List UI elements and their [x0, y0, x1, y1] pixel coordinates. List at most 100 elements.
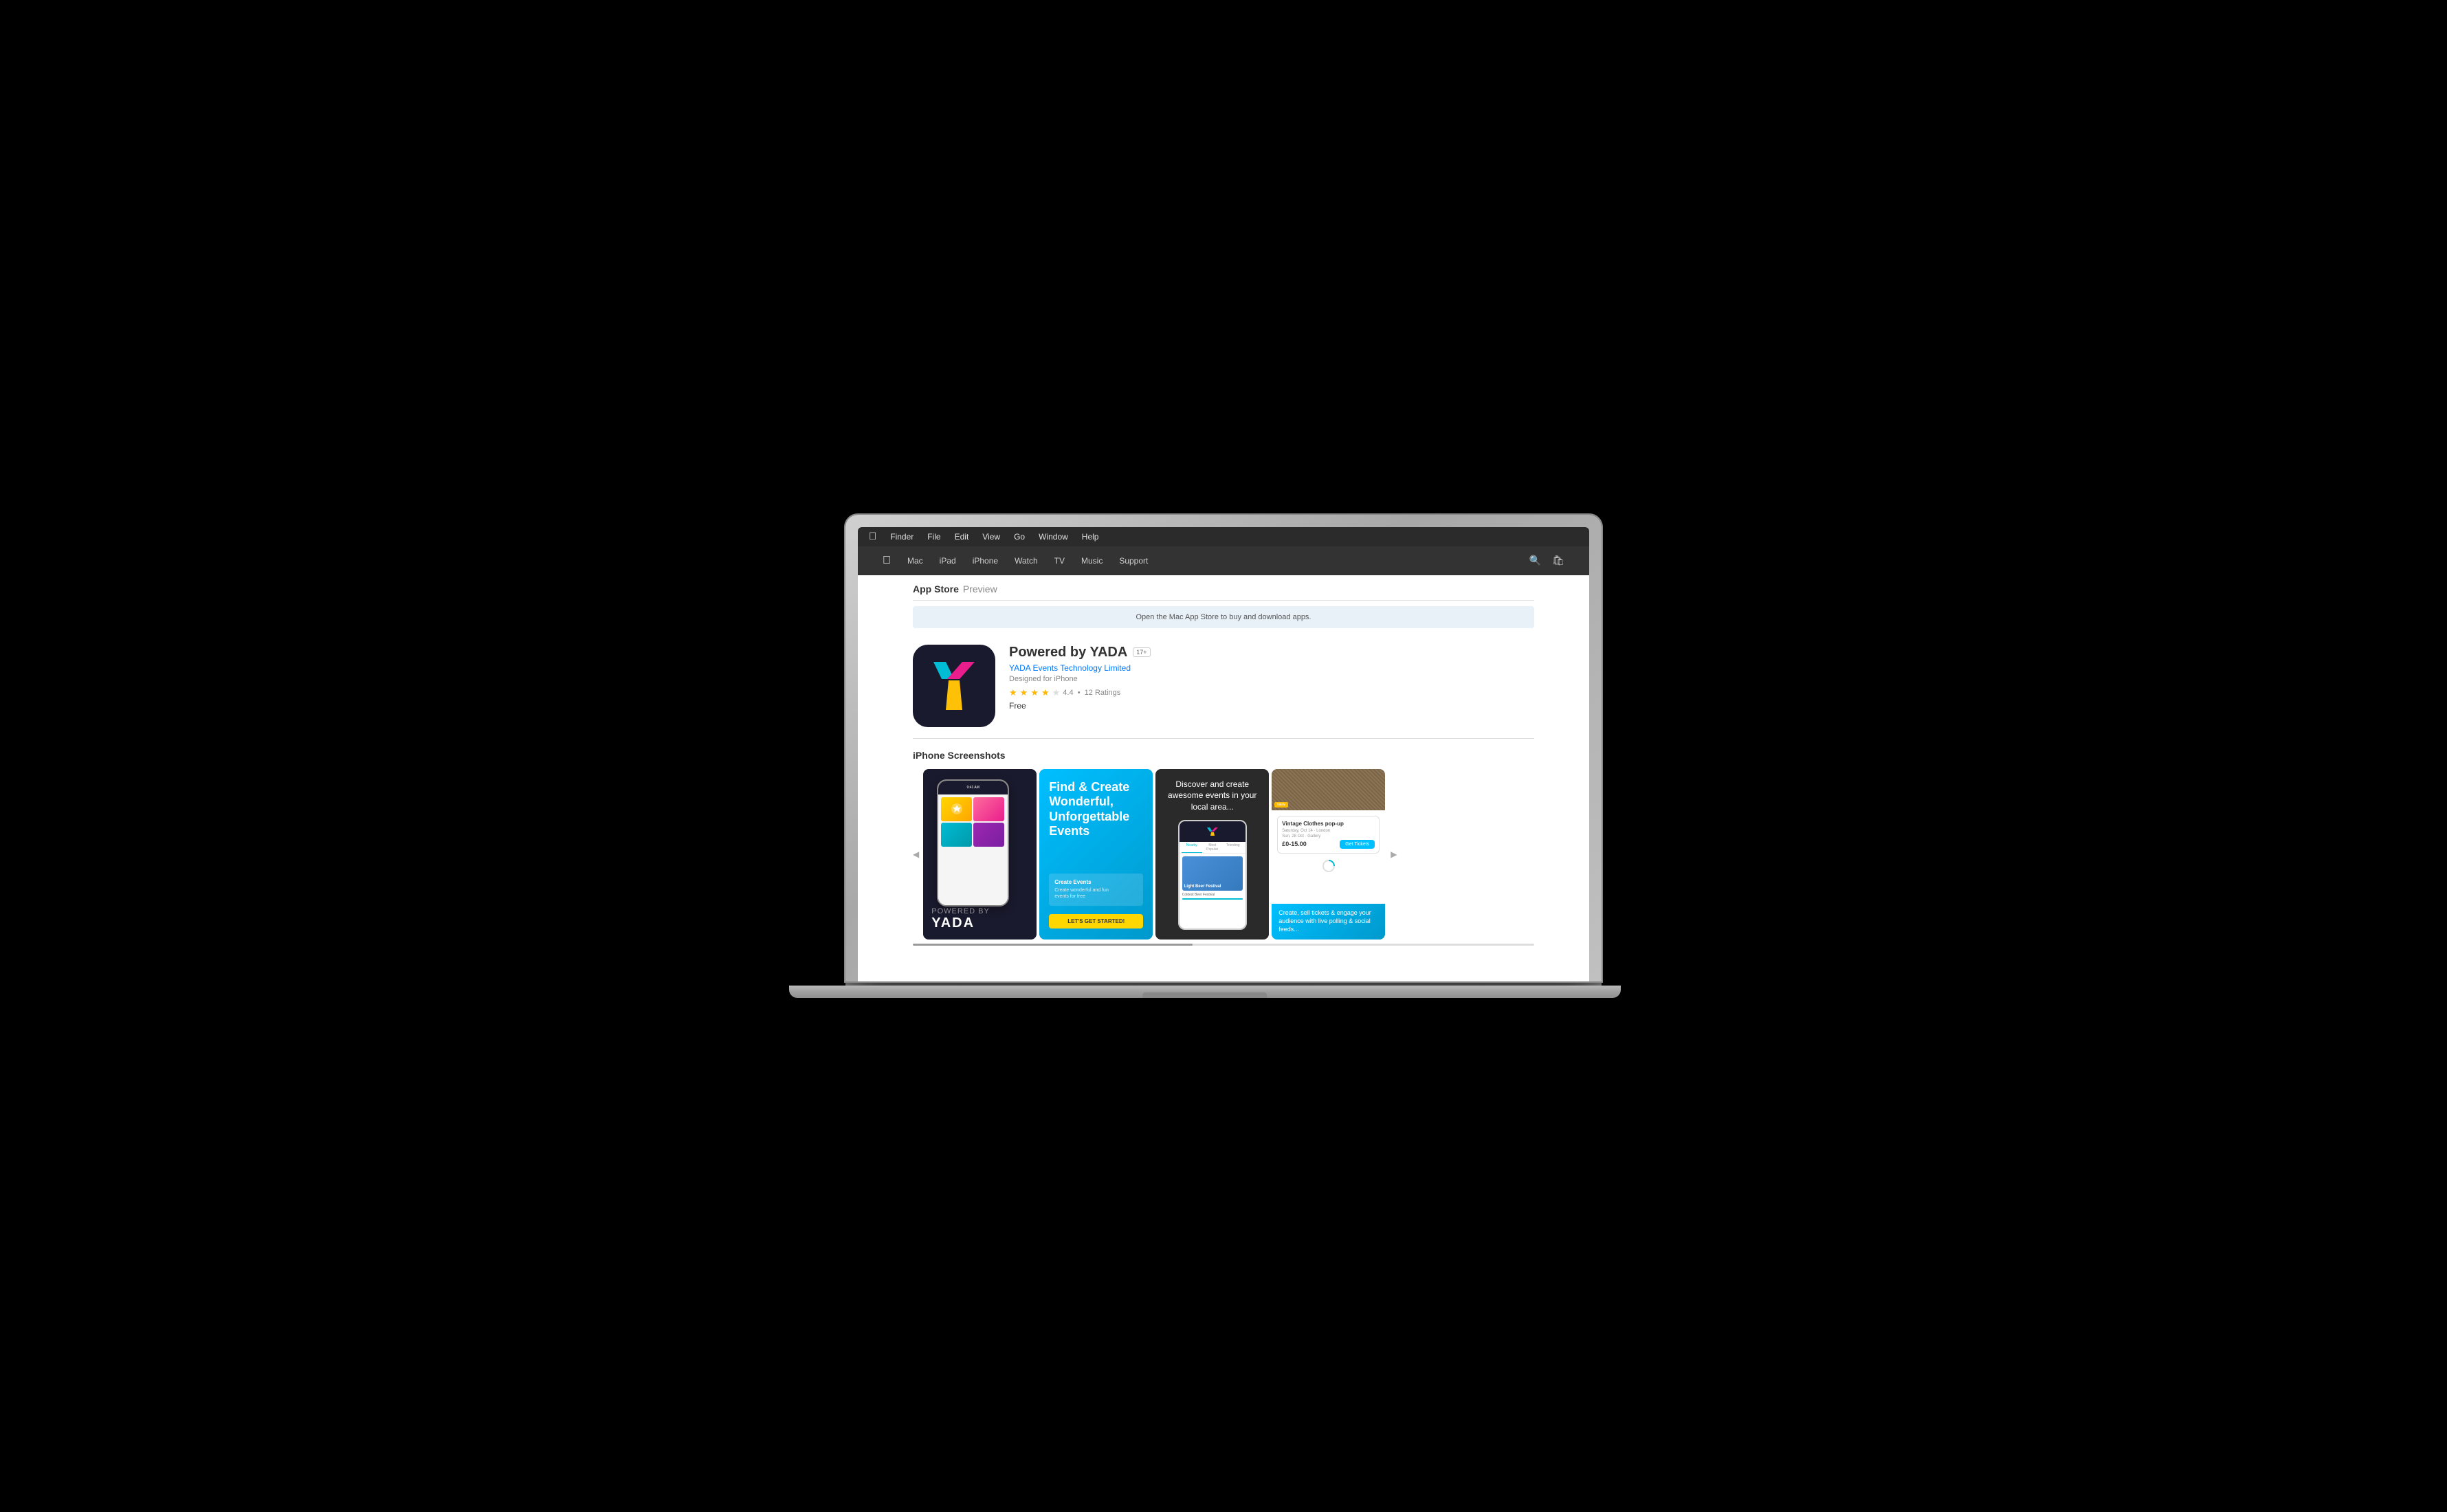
nav-item-ipad[interactable]: iPad [940, 556, 956, 566]
scroll-left-button[interactable]: ◀ [913, 849, 919, 859]
powered-by-text: POWERED BY [931, 907, 990, 915]
app-title-row: Powered by YADA 17+ [1009, 645, 1534, 660]
ss2-bottom: Create Events Create wonderful and funev… [1049, 874, 1143, 928]
ss4-price: £0-15.00 [1282, 841, 1307, 847]
ss3-tab-popular: Most Popular [1202, 842, 1223, 853]
menu-file[interactable]: File [927, 532, 940, 542]
screenshot-4: NEW Vintage Clothes pop-up Saturday, Oct… [1272, 769, 1385, 940]
app-title: Powered by YADA [1009, 645, 1127, 660]
ss1-bottom-text: POWERED BY YADA [931, 907, 990, 931]
ss3-yada-logo [1206, 827, 1219, 836]
laptop-base-notch [1142, 992, 1267, 998]
nav-left:  Mac iPad iPhone Watch TV Music Support [883, 555, 1148, 567]
phone-screen-1: 9:41 AM [938, 781, 1008, 905]
nav-item-watch[interactable]: Watch [1015, 556, 1038, 566]
app-info-section: Powered by YADA 17+ YADA Events Technolo… [913, 634, 1534, 739]
ss3-phone: Nearby Most Popular Trending Light Beer … [1178, 820, 1247, 930]
ss4-price-row: £0-15.00 Get Tickets [1282, 840, 1375, 849]
yada-brand-text: YADA [931, 915, 990, 931]
ss3-tab-nearby: Nearby [1182, 842, 1202, 853]
tile-icon-1 [950, 802, 964, 816]
laptop-screen-bezel:  Finder File Edit View Go Window Help … [845, 515, 1602, 981]
tile-2 [973, 797, 1004, 821]
laptop-wrapper:  Finder File Edit View Go Window Help … [845, 515, 1602, 998]
ss4-ticket-card: Vintage Clothes pop-up Saturday, Oct 14 … [1277, 816, 1380, 854]
menu-window[interactable]: Window [1039, 532, 1068, 542]
tile-4 [973, 823, 1004, 847]
ss4-bottom-text: Create, sell tickets & engage your audie… [1278, 909, 1378, 933]
menu-help[interactable]: Help [1082, 532, 1099, 542]
ss2-title: Find & Create Wonderful, Unforgettable E… [1049, 780, 1143, 839]
banner-text: Open the Mac App Store to buy and downlo… [1136, 613, 1311, 621]
ss2-card-title: Create Events [1054, 879, 1138, 885]
menu-edit[interactable]: Edit [955, 532, 969, 542]
mac-appstore-banner: Open the Mac App Store to buy and downlo… [913, 606, 1534, 628]
screen-content:  Finder File Edit View Go Window Help … [858, 527, 1589, 981]
nav-inner:  Mac iPad iPhone Watch TV Music Support… [872, 555, 1575, 567]
ss3-event-sub: Coldest Beer Festival [1182, 893, 1243, 897]
nav-item-mac[interactable]: Mac [907, 556, 923, 566]
laptop-base [789, 986, 1621, 998]
app-price: Free [1009, 701, 1534, 711]
star-half: ★ [1052, 687, 1061, 698]
ss2-button[interactable]: LET'S GET STARTED! [1049, 914, 1143, 929]
apple-logo-nav[interactable]:  [883, 555, 891, 567]
screenshots-horiz: 9:41 AM [923, 769, 1386, 940]
menu-go[interactable]: Go [1014, 532, 1025, 542]
screenshot-2: Find & Create Wonderful, Unforgettable E… [1039, 769, 1153, 940]
phone-mockup-1: 9:41 AM [937, 779, 1009, 907]
menu-bar:  Finder File Edit View Go Window Help [858, 527, 1589, 546]
phone-content-1 [938, 794, 1008, 905]
nav-item-tv[interactable]: TV [1054, 556, 1065, 566]
ss3-title: Discover and create awesome events in yo… [1162, 779, 1262, 813]
nav-item-iphone[interactable]: iPhone [973, 556, 998, 566]
appstore-header: App Store Preview [913, 575, 1534, 601]
star-4: ★ [1041, 687, 1050, 698]
ss4-loader-svg [1320, 858, 1337, 874]
phone-tiles-2 [941, 823, 1005, 847]
ss4-get-tickets-btn[interactable]: Get Tickets [1340, 840, 1375, 849]
screenshots-title: iPhone Screenshots [913, 750, 1534, 761]
ss4-loader [1277, 858, 1380, 874]
app-icon-svg [927, 658, 982, 713]
laptop-hinge [845, 981, 1602, 986]
screenshots-section: iPhone Screenshots ◀ [913, 739, 1534, 961]
event-label: Light Beer Festival [1184, 885, 1221, 889]
app-icon-wrapper [913, 645, 995, 727]
rating-count: 12 Ratings [1085, 689, 1121, 697]
screenshots-scrollbar[interactable] [913, 940, 1534, 950]
rating-text: 4.4 • 12 Ratings [1063, 689, 1120, 697]
ss4-card-area: Vintage Clothes pop-up Saturday, Oct 14 … [1272, 810, 1385, 904]
phone-tiles [941, 797, 1005, 821]
ss4-card-row-1: Saturday, Oct 14 · London [1282, 829, 1375, 833]
ss4-bottom: Create, sell tickets & engage your audie… [1272, 904, 1385, 939]
menu-view[interactable]: View [982, 532, 1000, 542]
app-developer[interactable]: YADA Events Technology Limited [1009, 663, 1534, 673]
star-2: ★ [1020, 687, 1028, 698]
ss4-card-row-2: Sun, 28 Oct · Gallery [1282, 834, 1375, 838]
laptop-screen-inner:  Finder File Edit View Go Window Help … [858, 527, 1589, 981]
scrollbar-track [913, 944, 1534, 946]
screenshot-3: Discover and create awesome events in yo… [1155, 769, 1269, 940]
age-rating-badge: 17+ [1133, 647, 1150, 657]
app-stars-row: ★ ★ ★ ★ ★ 4.4 • 12 Ratings [1009, 687, 1534, 698]
tile-1 [941, 797, 972, 821]
ss4-card-title: Vintage Clothes pop-up [1282, 821, 1375, 827]
ss3-tab-trending: Trending [1223, 842, 1243, 853]
menu-finder[interactable]: Finder [890, 532, 914, 542]
rating-value: 4.4 [1063, 689, 1073, 697]
nav-item-support[interactable]: Support [1119, 556, 1148, 566]
screenshots-row: ◀ 9:41 AM [913, 769, 1534, 940]
search-icon[interactable]: 🔍 [1529, 555, 1541, 566]
appstore-sub: Preview [963, 583, 997, 594]
apple-menu-icon[interactable]:  [869, 531, 876, 542]
app-details: Powered by YADA 17+ YADA Events Technolo… [1009, 645, 1534, 727]
apple-nav:  Mac iPad iPhone Watch TV Music Support… [858, 546, 1589, 575]
ss3-progress [1182, 898, 1243, 900]
event-image: Light Beer Festival [1182, 856, 1243, 891]
scroll-right-button[interactable]: ▶ [1391, 849, 1397, 859]
app-designed-for: Designed for iPhone [1009, 675, 1534, 683]
ss4-top-image: NEW [1272, 769, 1385, 810]
nav-item-music[interactable]: Music [1081, 556, 1103, 566]
bag-icon[interactable]: 🛍 [1552, 555, 1564, 566]
